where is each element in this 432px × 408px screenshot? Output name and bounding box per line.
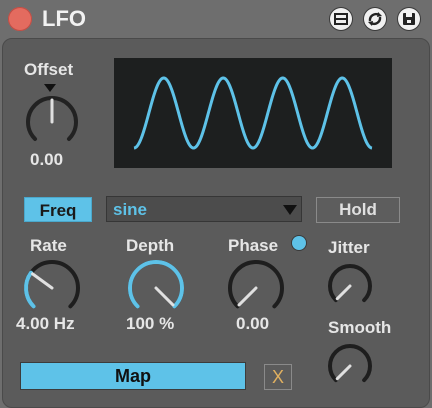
hold-button[interactable]: Hold xyxy=(316,197,400,223)
offset-label: Offset xyxy=(24,60,74,79)
phase-label: Phase xyxy=(228,236,279,255)
depth-value: 100 % xyxy=(126,314,175,333)
refresh-icon[interactable] xyxy=(364,8,386,30)
depth-knob[interactable] xyxy=(126,258,186,318)
jitter-label: Jitter xyxy=(328,238,370,257)
waveform-line xyxy=(133,76,373,150)
close-icon[interactable] xyxy=(8,7,32,31)
rate-value: 4.00 Hz xyxy=(16,314,75,333)
phase-value: 0.00 xyxy=(236,314,270,333)
smooth-knob[interactable] xyxy=(326,342,374,390)
rate-knob[interactable] xyxy=(22,258,82,318)
offset-value: 0.00 xyxy=(30,150,64,169)
map-device-icon[interactable] xyxy=(330,8,352,30)
window-title: LFO xyxy=(42,6,86,31)
jitter-knob[interactable] xyxy=(326,262,374,310)
offset-marker-icon xyxy=(44,84,56,92)
save-icon[interactable] xyxy=(398,8,420,30)
depth-label: Depth xyxy=(126,236,175,255)
phase-mode-toggle[interactable] xyxy=(292,236,306,250)
phase-knob[interactable] xyxy=(226,258,286,318)
map-button[interactable]: Map xyxy=(20,362,246,390)
smooth-label: Smooth xyxy=(328,318,392,337)
chevron-down-icon xyxy=(283,205,297,215)
waveform-select-value: sine xyxy=(113,200,148,219)
offset-knob[interactable] xyxy=(24,84,80,154)
rate-label: Rate xyxy=(30,236,67,255)
freq-button[interactable]: Freq xyxy=(24,197,92,222)
waveform-display xyxy=(114,58,392,168)
waveform-select[interactable]: sine xyxy=(106,196,302,222)
clear-mapping-button[interactable]: X xyxy=(264,364,292,390)
